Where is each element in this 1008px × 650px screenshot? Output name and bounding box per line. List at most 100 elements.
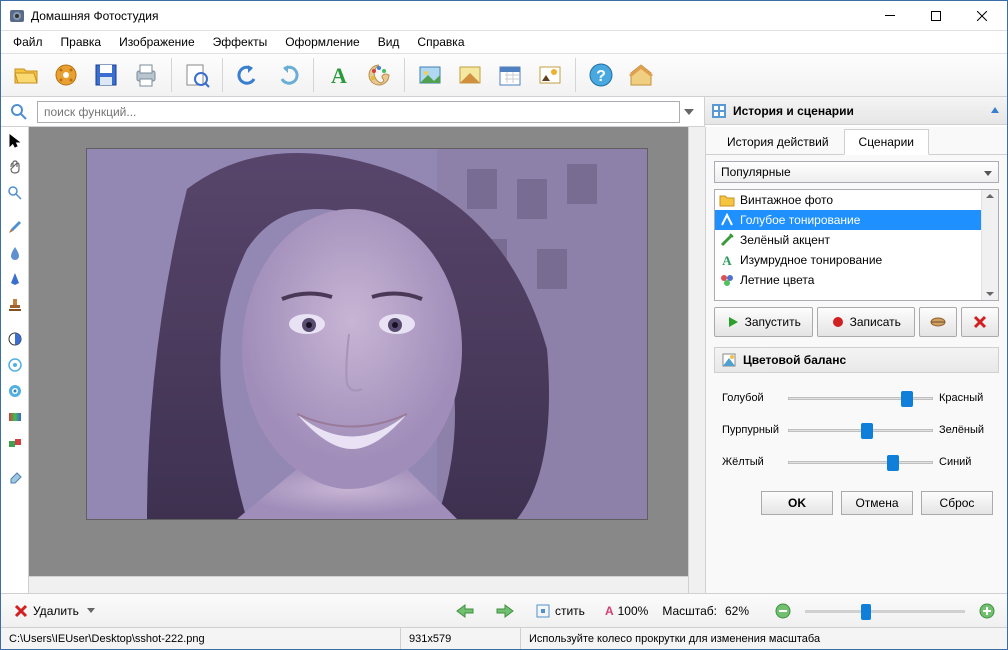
gradient-tool-icon[interactable] — [3, 405, 27, 429]
open-folder-icon[interactable] — [7, 56, 45, 94]
svg-text:A: A — [722, 253, 732, 268]
scenario-item[interactable]: Винтажное фото — [715, 190, 998, 210]
app-icon — [9, 8, 25, 24]
zoom-tool-icon[interactable] — [3, 181, 27, 205]
image-2-icon[interactable] — [451, 56, 489, 94]
play-icon — [726, 315, 740, 329]
menubar: Файл Правка Изображение Эффекты Оформлен… — [1, 31, 1007, 53]
canvas-area — [29, 127, 705, 593]
scenario-item[interactable]: A Изумрудное тонирование — [715, 250, 998, 270]
dropdown-arrow-icon[interactable] — [684, 109, 700, 115]
scenario-category-dropdown[interactable]: Популярные — [714, 161, 999, 183]
sharpen-tool-icon[interactable] — [3, 379, 27, 403]
undo-icon[interactable] — [229, 56, 267, 94]
left-toolbar — [1, 127, 29, 593]
image-viewport[interactable] — [29, 127, 705, 593]
drop-tool-icon[interactable] — [3, 241, 27, 265]
tab-scenarios[interactable]: Сценарии — [844, 129, 929, 155]
help-icon[interactable]: ? — [582, 56, 620, 94]
menu-file[interactable]: Файл — [5, 33, 51, 51]
menu-edit[interactable]: Правка — [53, 33, 110, 51]
scenario-item[interactable]: Летние цвета — [715, 270, 998, 290]
balance-magenta-label: Пурпурный — [722, 424, 782, 436]
vertical-scrollbar[interactable] — [688, 127, 705, 593]
palette-icon[interactable] — [360, 56, 398, 94]
summer-colors-icon — [719, 272, 735, 288]
close-button[interactable] — [959, 2, 1005, 30]
scenario-label: Винтажное фото — [740, 193, 833, 207]
magenta-green-slider[interactable] — [788, 421, 933, 439]
save-icon[interactable] — [87, 56, 125, 94]
zoom-slider[interactable] — [805, 602, 965, 620]
ok-button[interactable]: OK — [761, 491, 833, 515]
prev-button[interactable] — [449, 601, 481, 621]
svg-text:A: A — [331, 63, 347, 88]
eraser-tool-icon[interactable] — [3, 465, 27, 489]
yellow-blue-slider[interactable] — [788, 453, 933, 471]
hand-tool-icon[interactable] — [3, 155, 27, 179]
panel-title: История и сценарии — [733, 104, 854, 118]
zoom-100-label: 100% — [618, 604, 649, 618]
fit-button[interactable]: стить — [529, 601, 591, 621]
delete-button[interactable]: Удалить — [7, 601, 101, 621]
record-label: Записать — [850, 315, 901, 329]
replace-tool-icon[interactable] — [3, 431, 27, 455]
delete-scenario-button[interactable] — [961, 307, 999, 337]
zoom-100-button[interactable]: A 100% — [599, 602, 654, 620]
blur-tool-icon[interactable] — [3, 353, 27, 377]
home-icon[interactable] — [622, 56, 660, 94]
zoom-in-button[interactable] — [973, 601, 1001, 621]
balance-red-label: Красный — [939, 392, 991, 404]
minimize-button[interactable] — [867, 2, 913, 30]
panel-tabs: История действий Сценарии — [706, 127, 1007, 155]
stamp-tool-icon[interactable] — [3, 293, 27, 317]
blue-tone-icon — [719, 212, 735, 228]
reset-button[interactable]: Сброс — [921, 491, 993, 515]
scenario-item[interactable]: Зелёный акцент — [715, 230, 998, 250]
brush-tool-icon[interactable] — [3, 215, 27, 239]
menu-image[interactable]: Изображение — [111, 33, 203, 51]
menu-help[interactable]: Справка — [409, 33, 472, 51]
zoom-out-button[interactable] — [769, 601, 797, 621]
scenario-item-selected[interactable]: Голубое тонирование — [715, 210, 998, 230]
postcard-icon[interactable] — [531, 56, 569, 94]
image-1-icon[interactable] — [411, 56, 449, 94]
maximize-button[interactable] — [913, 2, 959, 30]
edit-scenario-button[interactable] — [919, 307, 957, 337]
pen-tool-icon[interactable] — [3, 267, 27, 291]
statusbar: C:\Users\IEUser\Desktop\sshot-222.png 93… — [1, 627, 1007, 649]
preview-icon[interactable] — [178, 56, 216, 94]
catalog-icon[interactable] — [47, 56, 85, 94]
run-button[interactable]: Запустить — [714, 307, 813, 337]
menu-effects[interactable]: Эффекты — [205, 33, 276, 51]
cancel-button[interactable]: Отмена — [841, 491, 913, 515]
scenario-list: Винтажное фото Голубое тонирование Зелён… — [714, 189, 999, 301]
menu-view[interactable]: Вид — [370, 33, 408, 51]
calendar-icon[interactable] — [491, 56, 529, 94]
tab-history[interactable]: История действий — [712, 129, 844, 155]
print-icon[interactable] — [127, 56, 165, 94]
menu-decoration[interactable]: Оформление — [277, 33, 367, 51]
scenario-label: Голубое тонирование — [740, 213, 860, 227]
pointer-tool-icon[interactable] — [3, 129, 27, 153]
collapse-arrow-icon[interactable] — [989, 105, 1001, 117]
svg-text:?: ? — [596, 68, 606, 85]
search-input[interactable] — [37, 101, 680, 123]
record-button[interactable]: Записать — [817, 307, 916, 337]
horizontal-scrollbar[interactable] — [29, 576, 688, 593]
balance-title: Цветовой баланс — [743, 353, 846, 367]
run-label: Запустить — [745, 315, 801, 329]
status-hint: Используйте колесо прокрутки для изменен… — [521, 628, 1007, 649]
balance-icon — [721, 352, 737, 368]
status-path: C:\Users\IEUser\Desktop\sshot-222.png — [1, 628, 401, 649]
scenario-scrollbar[interactable] — [981, 190, 998, 300]
cyan-red-slider[interactable] — [788, 389, 933, 407]
text-icon[interactable]: A — [320, 56, 358, 94]
folder-icon — [719, 192, 735, 208]
right-panel: История действий Сценарии Популярные Вин… — [705, 127, 1007, 593]
green-accent-icon — [719, 232, 735, 248]
color-balance-controls: Голубой Красный Пурпурный Зелёный Жёлтый… — [714, 379, 999, 477]
redo-icon[interactable] — [269, 56, 307, 94]
contrast-tool-icon[interactable] — [3, 327, 27, 351]
next-button[interactable] — [489, 601, 521, 621]
